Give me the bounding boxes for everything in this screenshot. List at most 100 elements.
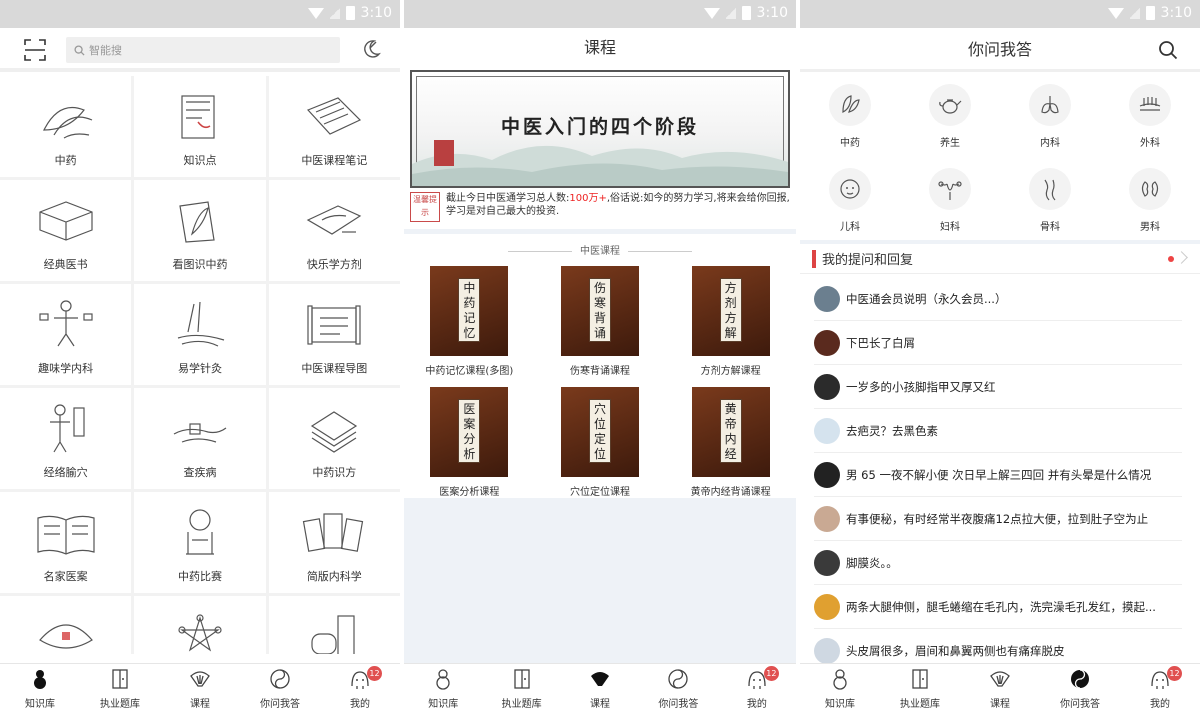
- grid-item[interactable]: [134, 596, 266, 654]
- nav-item-question-bank[interactable]: 执业题库: [80, 664, 160, 713]
- search-input[interactable]: 智能搜: [66, 37, 340, 63]
- acupuncture-icon: [177, 301, 225, 347]
- baby-icon: [840, 179, 860, 199]
- question-text: 去疤灵？去黑色素: [846, 423, 938, 438]
- battery-icon: [1145, 6, 1155, 20]
- list-item[interactable]: 下巴长了白屑: [814, 321, 1182, 365]
- nav-item-taiji[interactable]: 你问我答: [639, 664, 717, 713]
- grid-item[interactable]: 经络腧穴: [0, 388, 132, 489]
- category-item[interactable]: 中药: [800, 80, 900, 160]
- course-plaque: 医案分析: [458, 399, 481, 463]
- grid-item[interactable]: 趣味学内科: [0, 284, 132, 385]
- grid-item[interactable]: 中药: [0, 76, 132, 177]
- grid-item[interactable]: 经典医书: [0, 180, 132, 281]
- nav-item-taiji[interactable]: 你问我答: [240, 664, 320, 713]
- my-questions-header[interactable]: 我的提问和回复: [800, 244, 1200, 274]
- kidney-icon: [1141, 181, 1159, 197]
- grid-item[interactable]: 中医课程笔记: [268, 76, 400, 177]
- open-book-icon: [37, 515, 95, 555]
- course-plaque: 中药记忆: [458, 278, 481, 342]
- list-item[interactable]: 有事便秘，有时经常半夜腹痛12点拉大便，拉到肚子空为止: [814, 497, 1182, 541]
- avatar: [814, 417, 840, 444]
- grid-item[interactable]: 快乐学方剂: [268, 180, 400, 281]
- category-item[interactable]: 男科: [1100, 164, 1200, 244]
- nav-item-knowledge[interactable]: 知识库: [0, 664, 80, 713]
- grid-item[interactable]: 知识点: [134, 76, 266, 177]
- course-banner[interactable]: 中医入门的四个阶段: [410, 70, 790, 188]
- nav-item-profile[interactable]: 我的 12: [718, 664, 796, 713]
- grid-item-label: 中药: [54, 154, 77, 167]
- nav-item-knowledge[interactable]: 知识库: [800, 664, 880, 713]
- question-bank-icon: [511, 668, 533, 690]
- grid-item[interactable]: 中药识方: [268, 388, 400, 489]
- grid-item[interactable]: 名家医案: [0, 492, 132, 593]
- nav-item-taiji[interactable]: 你问我答: [1040, 664, 1120, 713]
- category-label: 妇科: [940, 222, 960, 233]
- my-questions-title: 我的提问和回复: [822, 253, 914, 268]
- nav-item-fan[interactable]: 课程: [160, 664, 240, 713]
- nav-item-profile[interactable]: 我的 12: [1120, 664, 1200, 713]
- course-label: 伤寒背诵课程: [569, 366, 630, 377]
- grid-item[interactable]: 简版内科学: [268, 492, 400, 593]
- bone-icon: [1044, 179, 1056, 201]
- uterus-icon: [938, 181, 962, 200]
- category-item[interactable]: 骨科: [1000, 164, 1100, 244]
- section-title: 中医课程: [404, 242, 796, 257]
- grid-item-label: 中药识方: [312, 466, 357, 479]
- category-item[interactable]: 外科: [1100, 80, 1200, 160]
- grid-item[interactable]: 中医课程导图: [268, 284, 400, 385]
- search-icon: [74, 44, 85, 56]
- night-mode-icon[interactable]: [360, 38, 382, 60]
- course-cover: 伤寒背诵: [560, 266, 639, 356]
- nav-item-question-bank[interactable]: 执业题库: [880, 664, 960, 713]
- wifi-icon: [703, 7, 720, 19]
- question-bank-icon: [909, 668, 931, 690]
- category-item[interactable]: 养生: [900, 80, 1000, 160]
- question-text: 男 65 一夜不解小便 次日早上解三四回 并有头晕是什么情况: [846, 467, 1152, 482]
- course-card[interactable]: 伤寒背诵 伤寒背诵课程: [535, 266, 666, 377]
- category-icon-wrap: [1129, 84, 1171, 126]
- grid-item[interactable]: 易学针灸: [134, 284, 266, 385]
- course-card[interactable]: 医案分析 医案分析课程: [404, 387, 535, 498]
- course-plaque: 伤寒背诵: [588, 278, 611, 342]
- grid-item[interactable]: [268, 596, 400, 654]
- notification-badge: 12: [367, 666, 382, 681]
- category-label: 中药: [840, 138, 860, 149]
- bottle-icon: [311, 615, 355, 654]
- nav-item-knowledge[interactable]: 知识库: [404, 664, 482, 713]
- nav-item-fan[interactable]: 课程: [960, 664, 1040, 713]
- nav-item-question-bank[interactable]: 执业题库: [482, 664, 560, 713]
- category-item[interactable]: 儿科: [800, 164, 900, 244]
- scan-icon[interactable]: [24, 39, 46, 61]
- list-item[interactable]: 男 65 一夜不解小便 次日早上解三四回 并有头晕是什么情况: [814, 453, 1182, 497]
- grid-item[interactable]: 查疾病: [134, 388, 266, 489]
- list-item[interactable]: 中医通会员说明（永久会员...）: [814, 277, 1182, 321]
- avatar: [814, 373, 840, 400]
- nav-item-fan[interactable]: 课程: [561, 664, 639, 713]
- list-item[interactable]: 脚膜炎。。: [814, 541, 1182, 585]
- category-item[interactable]: 内科: [1000, 80, 1100, 160]
- mirror-icon: [185, 509, 214, 555]
- nav-item-profile[interactable]: 我的 12: [320, 664, 400, 713]
- book-scroll-icon: [307, 97, 362, 135]
- list-item[interactable]: 一岁多的小孩脚指甲又厚又红: [814, 365, 1182, 409]
- course-card[interactable]: 黄帝内经 黄帝内经背诵课程: [665, 387, 796, 498]
- category-icon-wrap: [1029, 168, 1071, 210]
- grid-item[interactable]: [0, 596, 132, 654]
- grid-item[interactable]: 看图识中药: [134, 180, 266, 281]
- knowledge-screen: 3:10 智能搜 中药 知识点 中医课程笔记经典医书 看图识中药 快乐学方剂趣味学内科 易…: [0, 0, 400, 713]
- status-time: 3:10: [360, 5, 392, 21]
- category-label: 男科: [1140, 222, 1160, 233]
- list-item[interactable]: 两条大腿伸侧，腿毛蜷缩在毛孔内，洗完澡毛孔发红，摸起...: [814, 585, 1182, 629]
- grid-item[interactable]: 中药比赛: [134, 492, 266, 593]
- red-seal-icon: [434, 140, 454, 166]
- list-item[interactable]: 去疤灵？去黑色素: [814, 409, 1182, 453]
- nav-label: 知识库: [428, 699, 459, 710]
- course-plaque: 穴位定位: [588, 399, 611, 463]
- course-card[interactable]: 中药记忆 中药记忆课程(多图): [404, 266, 535, 377]
- course-card[interactable]: 方剂方解 方剂方解课程: [665, 266, 796, 377]
- search-icon[interactable]: [1158, 40, 1178, 60]
- course-label: 穴位定位课程: [569, 487, 630, 498]
- category-item[interactable]: 妇科: [900, 164, 1000, 244]
- course-card[interactable]: 穴位定位 穴位定位课程: [535, 387, 666, 498]
